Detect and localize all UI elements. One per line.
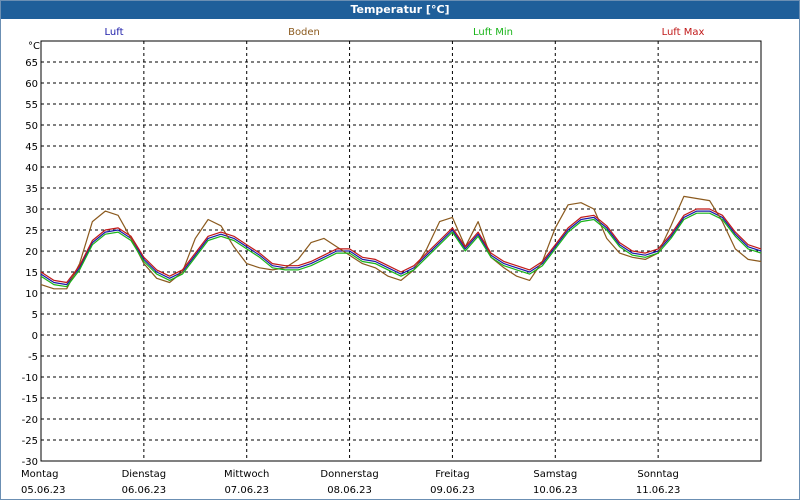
- data-series: [40, 195, 762, 290]
- y-tick-label: 35: [25, 184, 38, 195]
- x-date-label: 10.06.23: [533, 485, 578, 496]
- y-tick-label: 55: [25, 100, 38, 111]
- x-date-label: 07.06.23: [224, 485, 269, 496]
- x-day-label: Samstag: [533, 469, 577, 480]
- series-line-luft-max: [40, 208, 762, 284]
- x-day-label: Dienstag: [122, 469, 167, 480]
- legend: Luft Boden Luft Min Luft Max: [105, 27, 705, 38]
- series-line-luft: [40, 210, 762, 286]
- y-tick-label: -30: [22, 457, 38, 468]
- x-date-label: 11.06.23: [636, 485, 681, 496]
- temperature-chart: °C -30 -25 -20 -15 -10 -5 0 5 10 15 20 25 30 35 40 45 50…: [21, 27, 762, 496]
- y-tick-label: 50: [25, 121, 38, 132]
- x-axis-day-labels: Montag 05.06.23 Dienstag 06.06.23 Mittwoch 07…: [21, 469, 680, 496]
- series-line-boden: [40, 195, 762, 290]
- y-tick-label: 10: [25, 289, 38, 300]
- x-date-label: 09.06.23: [430, 485, 475, 496]
- x-day-label: Montag: [21, 469, 58, 480]
- y-tick-label: 5: [32, 310, 38, 321]
- x-day-label: Freitag: [435, 469, 469, 480]
- x-date-label: 08.06.23: [327, 485, 372, 496]
- y-tick-label: 45: [25, 142, 38, 153]
- x-day-label: Sonntag: [637, 469, 679, 480]
- y-tick-label: 60: [25, 79, 38, 90]
- x-date-label: 05.06.23: [21, 485, 66, 496]
- legend-entry: Luft Max: [662, 27, 705, 38]
- y-tick-label: 0: [32, 331, 38, 342]
- y-tick-label: 25: [25, 226, 38, 237]
- y-tick-label: -25: [22, 436, 38, 447]
- y-tick-label: 20: [25, 247, 38, 258]
- legend-entry: Luft Min: [473, 27, 513, 38]
- y-tick-label: 30: [25, 205, 38, 216]
- y-tick-label: 65: [25, 58, 38, 69]
- y-tick-label: 15: [25, 268, 38, 279]
- legend-entry: Boden: [288, 27, 320, 38]
- y-tick-label: -5: [28, 352, 38, 363]
- y-axis-ticks: -30 -25 -20 -15 -10 -5 0 5 10 15 20 25 30 35 40 45 50 55 6…: [22, 58, 38, 468]
- y-tick-label: -15: [22, 394, 38, 405]
- x-day-label: Mittwoch: [224, 469, 269, 480]
- legend-entry: Luft: [105, 27, 124, 38]
- chart-window: Temperatur [°C] °C -30 -25 -20 -15 -10 -5 0 5 10…: [0, 0, 800, 500]
- x-day-label: Donnerstag: [320, 469, 378, 480]
- y-tick-label: 40: [25, 163, 38, 174]
- x-date-label: 06.06.23: [122, 485, 167, 496]
- y-tick-label: -10: [22, 373, 38, 384]
- y-tick-label: -20: [22, 415, 38, 426]
- y-axis-label: °C: [28, 41, 40, 52]
